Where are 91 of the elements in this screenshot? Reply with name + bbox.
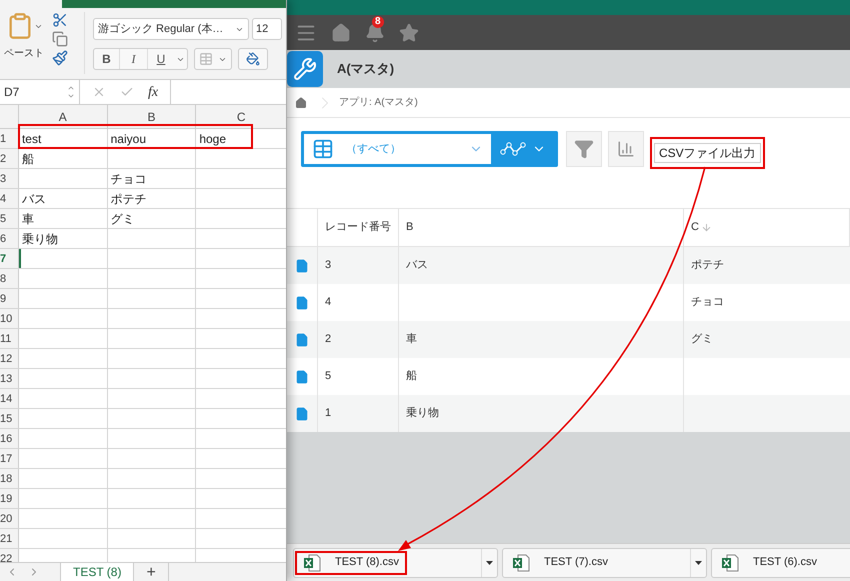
row-header[interactable]: 19: [0, 489, 19, 508]
column-header[interactable]: B: [108, 105, 196, 128]
row-header[interactable]: 9: [0, 289, 19, 308]
sheet-tab[interactable]: TEST (8): [60, 563, 134, 581]
bell-icon[interactable]: [365, 22, 385, 42]
table-cell[interactable]: naiyou: [108, 129, 196, 148]
download-item[interactable]: TEST (7).csv: [502, 548, 707, 578]
row-header[interactable]: 18: [0, 469, 19, 488]
row-header[interactable]: 11: [0, 329, 19, 348]
font-name-dropdown[interactable]: 游ゴシック Regular (本…: [93, 18, 249, 40]
line-graph-icon: [500, 141, 526, 157]
row-header[interactable]: 2: [0, 149, 19, 168]
row-header[interactable]: 4: [0, 189, 19, 208]
download-item[interactable]: TEST (6).csv: [711, 548, 850, 578]
borders-icon: [199, 52, 214, 66]
cancel-icon[interactable]: [92, 85, 106, 99]
sort-arrow-icon[interactable]: [700, 222, 712, 233]
table-icon: [312, 138, 334, 160]
paste-label[interactable]: ペースト: [4, 46, 44, 61]
row-header[interactable]: 12: [0, 349, 19, 368]
row-header[interactable]: 15: [0, 409, 19, 428]
row-header[interactable]: 6: [0, 229, 19, 248]
row-header[interactable]: 16: [0, 429, 19, 448]
row-header[interactable]: 10: [0, 309, 19, 328]
column-header[interactable]: B: [406, 219, 414, 236]
name-box[interactable]: D7: [0, 80, 80, 104]
record-detail-icon[interactable]: [295, 406, 309, 420]
home-icon[interactable]: [331, 22, 351, 42]
table-cell[interactable]: バス: [18, 189, 108, 208]
home-icon[interactable]: [295, 96, 307, 108]
underline-button[interactable]: U: [148, 49, 174, 69]
column-header[interactable]: A: [18, 105, 108, 128]
table-cell[interactable]: test: [18, 129, 108, 148]
table-cell[interactable]: 乗り物: [18, 229, 108, 248]
paint-bucket-icon: [246, 52, 260, 66]
scissors-icon[interactable]: [52, 12, 68, 28]
paintbrush-icon[interactable]: [52, 50, 68, 66]
add-sheet-button[interactable]: +: [134, 563, 169, 581]
copy-icon[interactable]: [52, 31, 68, 47]
star-icon[interactable]: [399, 22, 419, 42]
breadcrumb-link[interactable]: アプリ: A(マスタ): [339, 95, 418, 110]
table-cell[interactable]: ポテチ: [108, 189, 196, 208]
app-title: A(マスタ): [337, 60, 394, 78]
download-file-name: TEST (6).csv: [753, 555, 817, 570]
row-header[interactable]: 20: [0, 509, 19, 528]
row-header[interactable]: 7: [0, 249, 19, 268]
notification-badge: 8: [372, 16, 384, 28]
column-header[interactable]: レコード番号: [325, 219, 391, 236]
filter-button[interactable]: [566, 131, 602, 167]
download-item[interactable]: TEST (8).csv: [293, 548, 498, 578]
column-header[interactable]: C: [691, 219, 699, 236]
download-file-name: TEST (8).csv: [335, 555, 399, 570]
table-cell[interactable]: チョコ: [108, 169, 196, 188]
row-header[interactable]: 17: [0, 449, 19, 468]
table-cell[interactable]: グミ: [108, 209, 196, 228]
spreadsheet-file-icon: [512, 554, 530, 572]
table-cell[interactable]: 車: [18, 209, 108, 228]
caret-icon[interactable]: [486, 560, 493, 564]
row-header[interactable]: 21: [0, 529, 19, 548]
record-detail-icon[interactable]: [295, 296, 309, 310]
csv-export-button[interactable]: CSVファイル出力: [654, 143, 761, 163]
table-cell[interactable]: hoge: [196, 129, 286, 148]
caret-icon[interactable]: [695, 560, 702, 564]
insert-function-button[interactable]: fx: [148, 82, 158, 102]
spreadsheet-file-icon: [721, 554, 739, 572]
row-header[interactable]: 1: [0, 129, 19, 148]
table-cell-text: チョコ: [690, 295, 725, 310]
italic-button[interactable]: I: [120, 49, 148, 69]
record-detail-icon[interactable]: [295, 258, 309, 272]
table-cell-text: グミ: [690, 332, 714, 348]
fill-color-button[interactable]: [238, 48, 268, 70]
record-detail-icon[interactable]: [295, 370, 309, 384]
row-header[interactable]: 3: [0, 169, 19, 188]
row-header[interactable]: 8: [0, 269, 19, 288]
column-header[interactable]: C: [196, 105, 286, 128]
table-cell[interactable]: 船: [18, 149, 108, 168]
row-header[interactable]: 13: [0, 369, 19, 388]
spreadsheet-file-icon: [303, 554, 321, 572]
table-cell-text: ポテチ: [690, 258, 725, 274]
row-header[interactable]: 5: [0, 209, 19, 228]
filter-icon: [574, 139, 594, 159]
download-file-name: TEST (7).csv: [544, 555, 608, 570]
bar-chart-icon: [617, 140, 635, 158]
row-header[interactable]: 14: [0, 389, 19, 408]
font-size-dropdown[interactable]: 12: [252, 18, 282, 40]
chart-button[interactable]: [608, 131, 644, 167]
active-cell[interactable]: [18, 249, 108, 268]
borders-button[interactable]: [194, 48, 232, 70]
bold-button[interactable]: B: [94, 49, 120, 69]
record-detail-icon[interactable]: [295, 332, 309, 346]
row-header[interactable]: 22: [0, 549, 19, 562]
